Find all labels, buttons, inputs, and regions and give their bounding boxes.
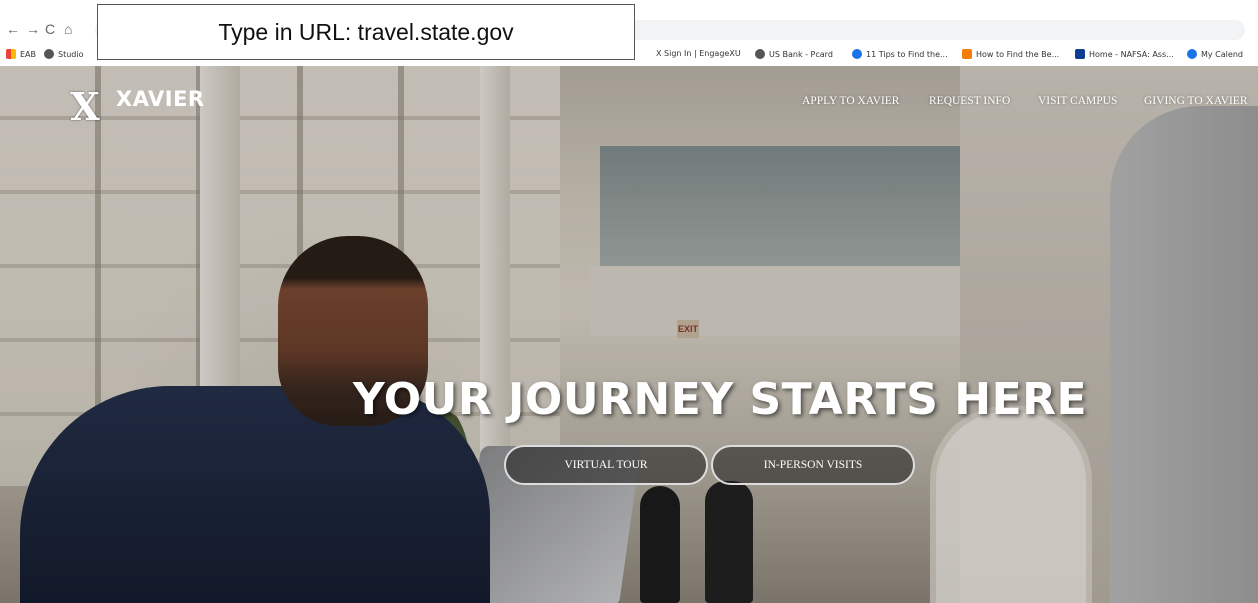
- bookmark-how-to-find[interactable]: How to Find the Be...: [962, 49, 1059, 59]
- nav-apply[interactable]: APPLY TO XAVIER: [802, 95, 899, 107]
- bookmark-label: 11 Tips to Find the...: [866, 49, 948, 59]
- bookmark-engagexu[interactable]: X Sign In | EngageXU: [656, 49, 741, 58]
- apps-grid-icon: [6, 49, 16, 59]
- bookmark-label: My Calend: [1201, 49, 1243, 59]
- bookmark-label: How to Find the Be...: [976, 49, 1060, 59]
- nafsa-icon: [1075, 49, 1085, 59]
- nav-request-info[interactable]: REQUEST INFO: [929, 95, 1010, 107]
- bookmark-eab[interactable]: EAB: [6, 49, 36, 59]
- forward-arrow-icon[interactable]: →: [26, 22, 40, 36]
- xavier-logo-icon[interactable]: X: [64, 87, 106, 127]
- nav-visit-campus[interactable]: VISIT CAMPUS: [1038, 95, 1117, 107]
- bookmark-11-tips[interactable]: 11 Tips to Find the...: [852, 49, 948, 59]
- link-icon: [962, 49, 972, 59]
- xavier-logo-text[interactable]: XAVIER: [116, 87, 205, 111]
- bookmark-nafsa[interactable]: Home - NAFSA: Ass...: [1075, 49, 1174, 59]
- bookmark-label: X Sign In | EngageXU: [656, 49, 741, 58]
- bookmark-label: EAB: [20, 49, 37, 59]
- reload-icon[interactable]: C: [45, 22, 55, 36]
- image-overlay: [0, 66, 1258, 603]
- bookmark-usbank[interactable]: US Bank - Pcard: [755, 49, 833, 59]
- globe-icon: [755, 49, 765, 59]
- nav-giving[interactable]: GIVING TO XAVIER: [1144, 95, 1248, 107]
- in-person-visits-button[interactable]: IN-PERSON VISITS: [711, 445, 915, 485]
- home-icon[interactable]: ⌂: [64, 22, 72, 36]
- bookmark-label: Studio: [58, 49, 84, 59]
- hero-section: EXIT X XAVIER APPLY TO XAVIER REQUEST IN…: [0, 66, 1258, 603]
- bookmark-icon: [852, 49, 862, 59]
- calendar-icon: [1187, 49, 1197, 59]
- bookmark-label: Home - NAFSA: Ass...: [1089, 49, 1174, 59]
- bookmark-label: US Bank - Pcard: [769, 49, 833, 59]
- bookmark-calendar[interactable]: My Calend: [1187, 49, 1243, 59]
- back-arrow-icon[interactable]: ←: [6, 22, 20, 36]
- virtual-tour-button[interactable]: VIRTUAL TOUR: [504, 445, 708, 485]
- bookmark-studio[interactable]: Studio: [44, 49, 83, 59]
- globe-icon: [44, 49, 54, 59]
- hero-headline: YOUR JOURNEY STARTS HERE: [352, 374, 1088, 425]
- instruction-callout: Type in URL: travel.state.gov: [97, 4, 635, 60]
